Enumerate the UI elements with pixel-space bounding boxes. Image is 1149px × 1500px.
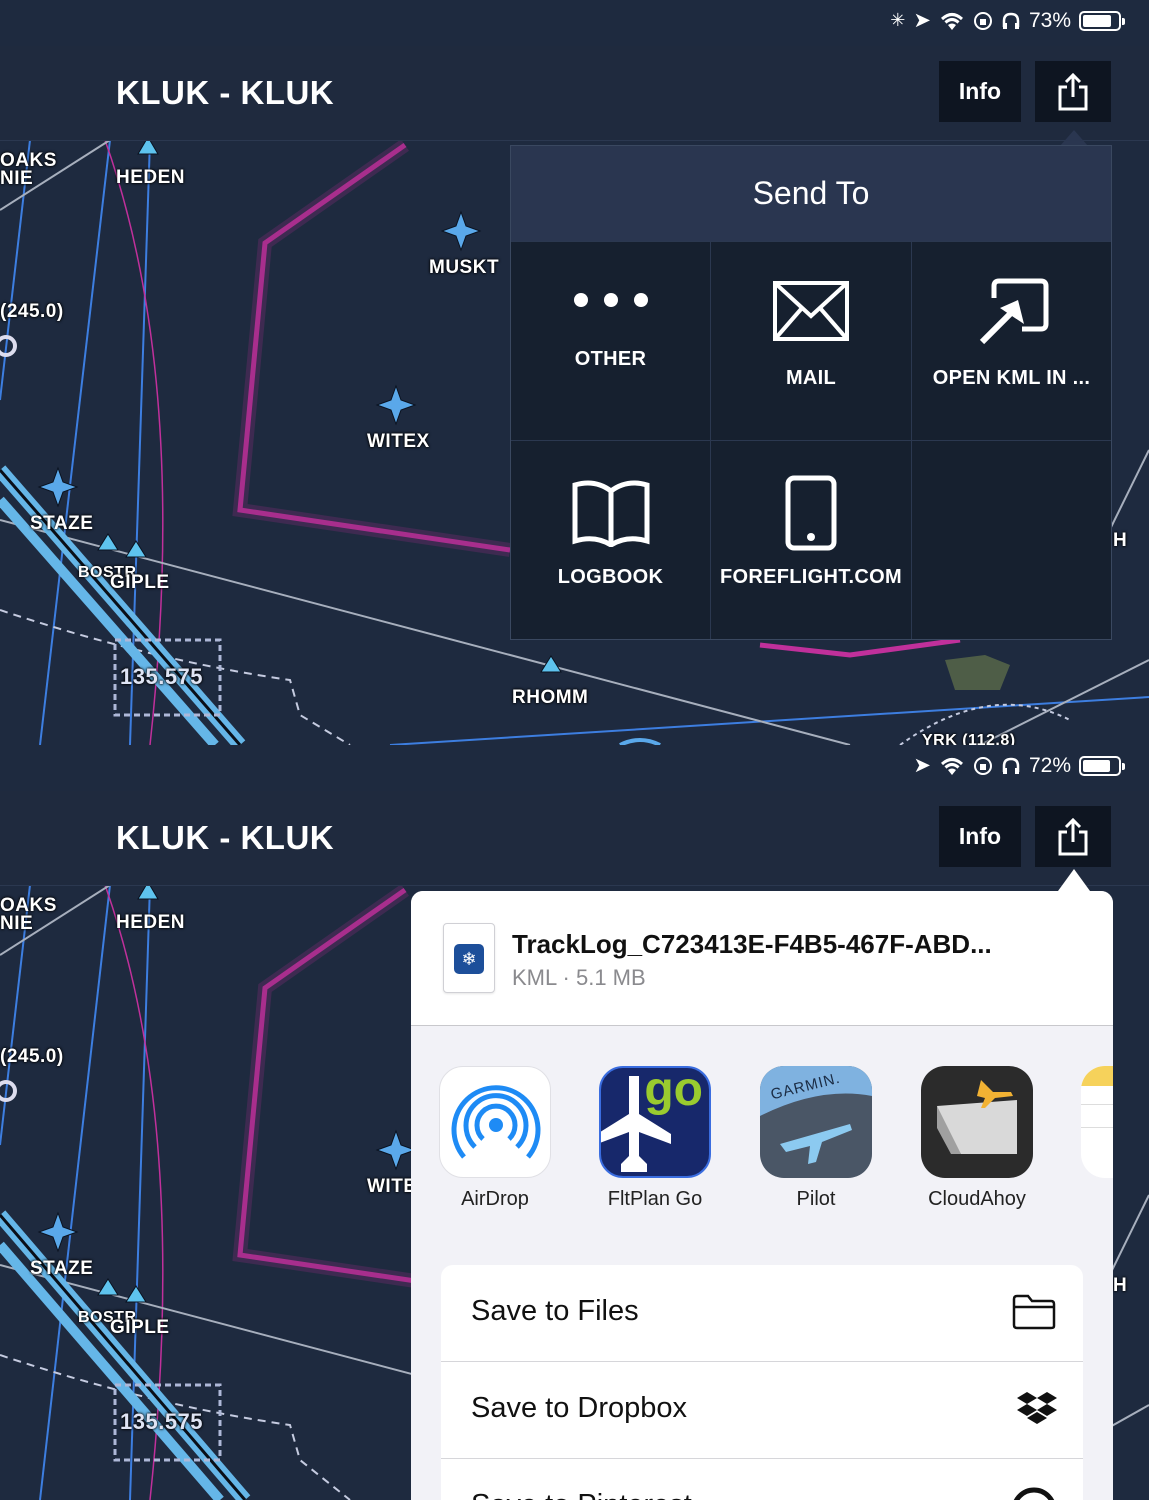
send-to-other-label: OTHER: [574, 348, 647, 370]
status-bar: ✳ ➤ 73%: [0, 0, 1149, 46]
share-icon: [1058, 817, 1088, 855]
book-icon: [572, 480, 649, 547]
map-label-staze: STAZE: [30, 1258, 94, 1279]
headphones-icon: [1002, 12, 1020, 29]
garmin-pilot-icon: GARMIN.: [760, 1066, 872, 1178]
send-to-mail[interactable]: MAIL: [711, 241, 912, 440]
airdrop-icon: [439, 1066, 551, 1178]
folder-icon: [1012, 1294, 1056, 1330]
popover-arrow: [1060, 130, 1088, 146]
map-label-frequency: (245.0): [0, 1046, 64, 1067]
save-to-dropbox-label: Save to Dropbox: [471, 1392, 688, 1424]
map-label-yrk: YRK (112.8): [922, 732, 1016, 745]
info-button[interactable]: Info: [939, 806, 1021, 867]
info-button[interactable]: Info: [939, 61, 1021, 122]
battery-percent: 72%: [1028, 753, 1071, 777]
send-to-logbook-label: LOGBOOK: [557, 566, 664, 588]
share-app-cloudahoy[interactable]: CloudAhoy: [907, 1066, 1047, 1211]
top-screenshot: OAKS NIE HEDEN MUSKT (245.0) WITEX STAZE…: [0, 0, 1149, 745]
save-to-dropbox-button[interactable]: Save to Dropbox: [441, 1362, 1083, 1459]
share-app-airdrop-label: AirDrop: [461, 1188, 529, 1210]
save-to-files-label: Save to Files: [471, 1295, 639, 1327]
share-app-fltplan-go[interactable]: go FltPlan Go: [585, 1066, 725, 1211]
map-label-giple: GIPLE: [110, 1317, 170, 1338]
nav-bar: KLUK - KLUK Info: [0, 791, 1149, 886]
fltplan-go-icon: go: [599, 1066, 711, 1178]
bottom-screenshot: OAKS NIE HEDEN (245.0) WITEX STAZE BOSTR…: [0, 745, 1149, 1500]
rotation-lock-icon: [973, 756, 992, 775]
send-to-open-kml-label: OPEN KML IN ...: [932, 367, 1091, 389]
send-to-foreflight-com[interactable]: FOREFLIGHT.COM: [711, 440, 912, 639]
send-to-title: Send To: [511, 146, 1111, 241]
map-label-giple: GIPLE: [110, 572, 170, 593]
location-icon: ➤: [913, 754, 931, 777]
share-sheet-arrow: [1058, 869, 1090, 891]
save-to-pinterest-button[interactable]: Save to Pinterest: [441, 1459, 1083, 1500]
share-button[interactable]: [1035, 806, 1111, 867]
battery-icon: [1079, 10, 1125, 31]
share-apps-row: AirDrop go FltPlan Go GARMIN. Pilot Clou…: [411, 1026, 1113, 1210]
share-app-cloudahoy-label: CloudAhoy: [928, 1188, 1026, 1210]
wifi-icon: [940, 12, 963, 30]
map-label-muskt: MUSKT: [429, 257, 500, 278]
share-sheet: ❄ TrackLog_C723413E-F4B5-467F-ABD... KML…: [411, 891, 1113, 1500]
map-label-heden: HEDEN: [116, 167, 186, 188]
share-app-fltplan-label: FltPlan Go: [607, 1188, 703, 1210]
save-to-files-button[interactable]: Save to Files: [441, 1265, 1083, 1362]
send-to-mail-label: MAIL: [785, 367, 837, 389]
send-to-other[interactable]: OTHER: [511, 241, 711, 440]
map-label-heden: HEDEN: [116, 912, 186, 933]
share-app-garmin-pilot[interactable]: GARMIN. Pilot: [746, 1066, 886, 1211]
send-to-foreflight-label: FOREFLIGHT.COM: [720, 566, 902, 588]
share-app-pilot-label: Pilot: [796, 1188, 836, 1210]
go-text: go: [644, 1066, 703, 1116]
battery-percent: 73%: [1028, 8, 1071, 32]
map-label-staze: STAZE: [30, 513, 94, 534]
share-app-notes-partial[interactable]: [1067, 1066, 1113, 1178]
rotation-lock-icon: [973, 11, 992, 30]
page-title: KLUK - KLUK: [116, 74, 335, 111]
map-label-frequency: (245.0): [0, 301, 64, 322]
map-label-nie: NIE: [0, 913, 34, 934]
save-to-pinterest-label: Save to Pinterest: [471, 1489, 692, 1500]
mail-icon: [773, 281, 849, 341]
dropbox-icon: [1017, 1392, 1057, 1424]
map-label-nie: NIE: [0, 168, 34, 189]
open-in-icon: [979, 278, 1048, 345]
map-label-ctaf: 135.575: [120, 664, 204, 689]
map-label-h: H: [1113, 530, 1128, 551]
send-to-open-kml-in[interactable]: OPEN KML IN ...: [912, 241, 1111, 440]
send-to-logbook[interactable]: LOGBOOK: [511, 440, 711, 639]
share-icon: [1058, 72, 1088, 110]
more-icon: [573, 293, 648, 307]
tablet-icon: [785, 475, 837, 551]
map-label-witex: WITEX: [367, 431, 430, 452]
foreflight-icon: ❄: [454, 944, 484, 974]
file-meta: KML · 5.1 MB: [512, 965, 646, 990]
share-sheet-header: ❄ TrackLog_C723413E-F4B5-467F-ABD... KML…: [411, 891, 1113, 1026]
activity-icon: ✳: [890, 10, 906, 30]
pinterest-icon: [1013, 1487, 1055, 1500]
file-name: TrackLog_C723413E-F4B5-467F-ABD...: [512, 929, 992, 959]
location-icon: ➤: [913, 9, 931, 32]
status-bar: ➤ 72%: [0, 745, 1149, 791]
page-title: KLUK - KLUK: [116, 819, 335, 856]
share-app-airdrop[interactable]: AirDrop: [425, 1066, 565, 1211]
nav-bar: KLUK - KLUK Info: [0, 46, 1149, 141]
kml-file-icon: ❄: [443, 923, 495, 993]
map-label-ctaf: 135.575: [120, 1409, 204, 1434]
headphones-icon: [1002, 757, 1020, 774]
battery-icon: [1079, 755, 1125, 776]
wifi-icon: [940, 757, 963, 775]
notes-icon: [1081, 1066, 1113, 1178]
cloudahoy-icon: [921, 1066, 1033, 1178]
map-label-h: H: [1113, 1275, 1128, 1296]
share-actions-list: Save to Files Save to Dropbox Save to Pi…: [441, 1265, 1083, 1500]
map-label-rhomm: RHOMM: [512, 687, 589, 708]
send-to-empty-cell: [912, 440, 1111, 639]
send-to-popover: Send To OTHER MAIL OPEN KML IN ... LOGBO…: [510, 145, 1112, 640]
share-button[interactable]: [1035, 61, 1111, 122]
